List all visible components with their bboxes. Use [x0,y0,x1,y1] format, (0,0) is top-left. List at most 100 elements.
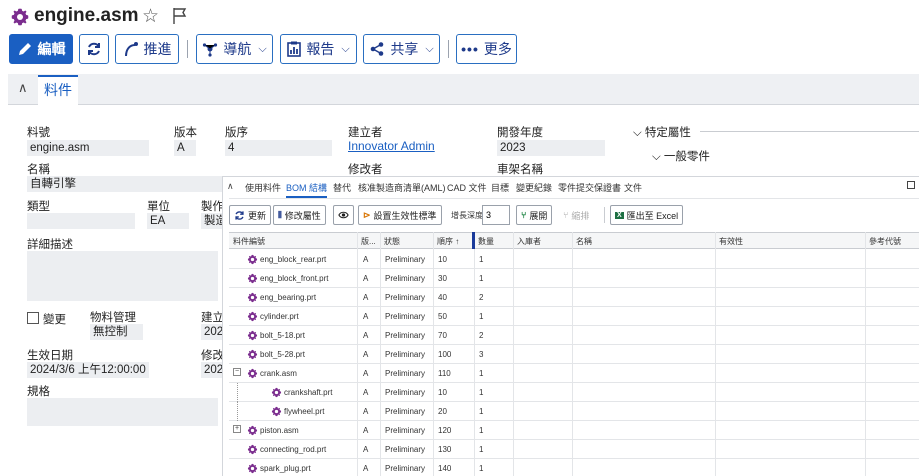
collapse-chevron-icon[interactable]: ∧ [18,80,28,96]
tree-expand-icon[interactable]: + [233,425,241,433]
tab-item[interactable]: 料件 [38,75,78,105]
column-header-5[interactable]: 入庫者 [517,236,541,247]
description-textarea[interactable] [27,251,218,301]
dev-year-field[interactable]: 2023 [497,140,605,156]
tree-connector [237,383,238,402]
general-part-header[interactable]: ⌵ 一般零件 [652,148,710,164]
table-row[interactable] [229,402,919,421]
column-header-0[interactable]: 料件編號 [233,236,265,247]
column-header-8[interactable]: 參考代號 [869,236,901,247]
table-row[interactable] [229,440,919,459]
table-row[interactable] [229,364,919,383]
part-gear-icon [247,463,258,474]
name-field[interactable]: 自轉引擎 [27,176,222,192]
flag-icon[interactable] [171,7,189,25]
more-dots-icon: ••• [461,41,479,57]
state-cell: Preliminary [385,293,426,302]
grid-refresh-button[interactable]: 更新 [229,205,272,225]
panel-tab-3[interactable]: 核准製造商清單(AML) [358,181,446,194]
revision-cell: A [363,255,369,264]
panel-tab-1[interactable]: BOM 結構 [286,181,328,198]
panel-tab-2[interactable]: 替代 [333,181,351,194]
promote-button[interactable]: 推進 [115,34,179,64]
reports-menu-button[interactable]: 報告 ⌵ [280,34,357,64]
table-row[interactable] [229,459,919,476]
favorite-star-icon[interactable]: ☆ [142,5,159,28]
edit-button[interactable]: 編輯 [9,34,73,64]
table-row[interactable] [229,421,919,440]
maximize-icon[interactable] [907,181,915,189]
column-resize-indicator[interactable] [472,232,475,249]
state-cell: Preliminary [385,312,426,321]
panel-tab-8[interactable]: 文件 [624,181,642,194]
change-checkbox[interactable] [27,312,39,324]
refresh-icon [88,42,100,56]
sequence-cell: 10 [438,388,447,397]
column-header-7[interactable]: 有效性 [719,236,743,247]
table-row[interactable] [229,288,919,307]
table-row[interactable] [229,250,919,269]
tree-collapse-icon[interactable]: − [233,368,241,376]
panel-tab-7[interactable]: 零件提交保證書 [558,181,621,194]
toolbar-separator [187,40,188,58]
make-field[interactable]: 製造 [201,213,222,229]
sliders-icon: ⫴ [278,209,282,220]
quantity-cell: 1 [479,445,484,454]
depth-input[interactable] [482,205,510,225]
type-field[interactable] [27,213,135,229]
column-header-2[interactable]: 狀態 [384,236,400,247]
table-row[interactable] [229,307,919,326]
page-title: engine.asm [34,5,139,26]
grid-header [229,232,919,249]
expand-button[interactable]: ⑂ 展開 [516,205,553,225]
panel-collapse-icon[interactable]: ∧ [227,181,234,192]
modified-on-field[interactable]: 202 [201,362,222,378]
effective-date-field[interactable]: 2024/3/6 上午12:00:00 [27,362,149,378]
column-header-6[interactable]: 名稱 [576,236,592,247]
quantity-cell: 1 [479,388,484,397]
spec-textarea[interactable] [27,398,218,426]
sequence-cell: 40 [438,293,447,302]
more-menu-button[interactable]: ••• 更多 [456,34,517,64]
part-number-cell: bolt_5-18.prt [260,331,305,340]
sequence-label: 版序 [225,127,248,139]
table-row[interactable] [229,383,919,402]
panel-tab-4[interactable]: CAD 文件 [447,181,487,194]
column-header-4[interactable]: 數量 [478,236,494,247]
table-row[interactable] [229,345,919,364]
refresh-button[interactable] [79,34,109,64]
sequence-cell: 100 [438,350,452,359]
part-number-cell: piston.asm [260,426,299,435]
created-on-field[interactable]: 202 [201,324,222,340]
share-menu-button[interactable]: 共享 ⌵ [363,34,440,64]
material-mgmt-field[interactable]: 無控制 [90,324,143,340]
state-cell: Preliminary [385,407,426,416]
table-row[interactable] [229,269,919,288]
panel-tab-0[interactable]: 使用料件 [245,181,281,194]
unit-field[interactable]: EA [147,213,189,229]
navigate-menu-button[interactable]: 導航 ⌵ [196,34,273,64]
name-label: 名稱 [27,164,50,176]
creator-link[interactable]: Innovator Admin [348,139,435,153]
panel-tab-6[interactable]: 變更紀錄 [516,181,552,194]
column-header-1[interactable]: 版... [361,236,376,247]
sequence-field[interactable]: 4 [225,140,332,156]
sequence-cell: 140 [438,464,452,473]
panel-divider [229,198,919,199]
view-button[interactable] [333,205,354,225]
revision-cell: A [363,274,369,283]
part-number-cell: crankshaft.prt [284,388,333,397]
set-effectivity-button[interactable]: ⊳ 設置生效性標準 [358,205,442,225]
column-header-3[interactable]: 順序 ↑ [437,236,459,247]
panel-tab-5[interactable]: 目標 [491,181,509,194]
excel-icon: X [615,211,624,219]
part-number-field[interactable]: engine.asm [27,140,149,156]
edit-props-button[interactable]: ⫴ 修改屬性 [273,205,326,225]
collapse-button[interactable]: ⑂ 縮排 [559,205,594,225]
chevron-down-icon: ⌵ [633,127,645,139]
table-row[interactable] [229,326,919,345]
revision-field[interactable]: A [174,140,196,156]
export-excel-button[interactable]: X 匯出至 Excel [610,205,684,225]
revision-cell: A [363,369,369,378]
specific-props-header[interactable]: ⌵ 特定屬性 [633,124,691,140]
